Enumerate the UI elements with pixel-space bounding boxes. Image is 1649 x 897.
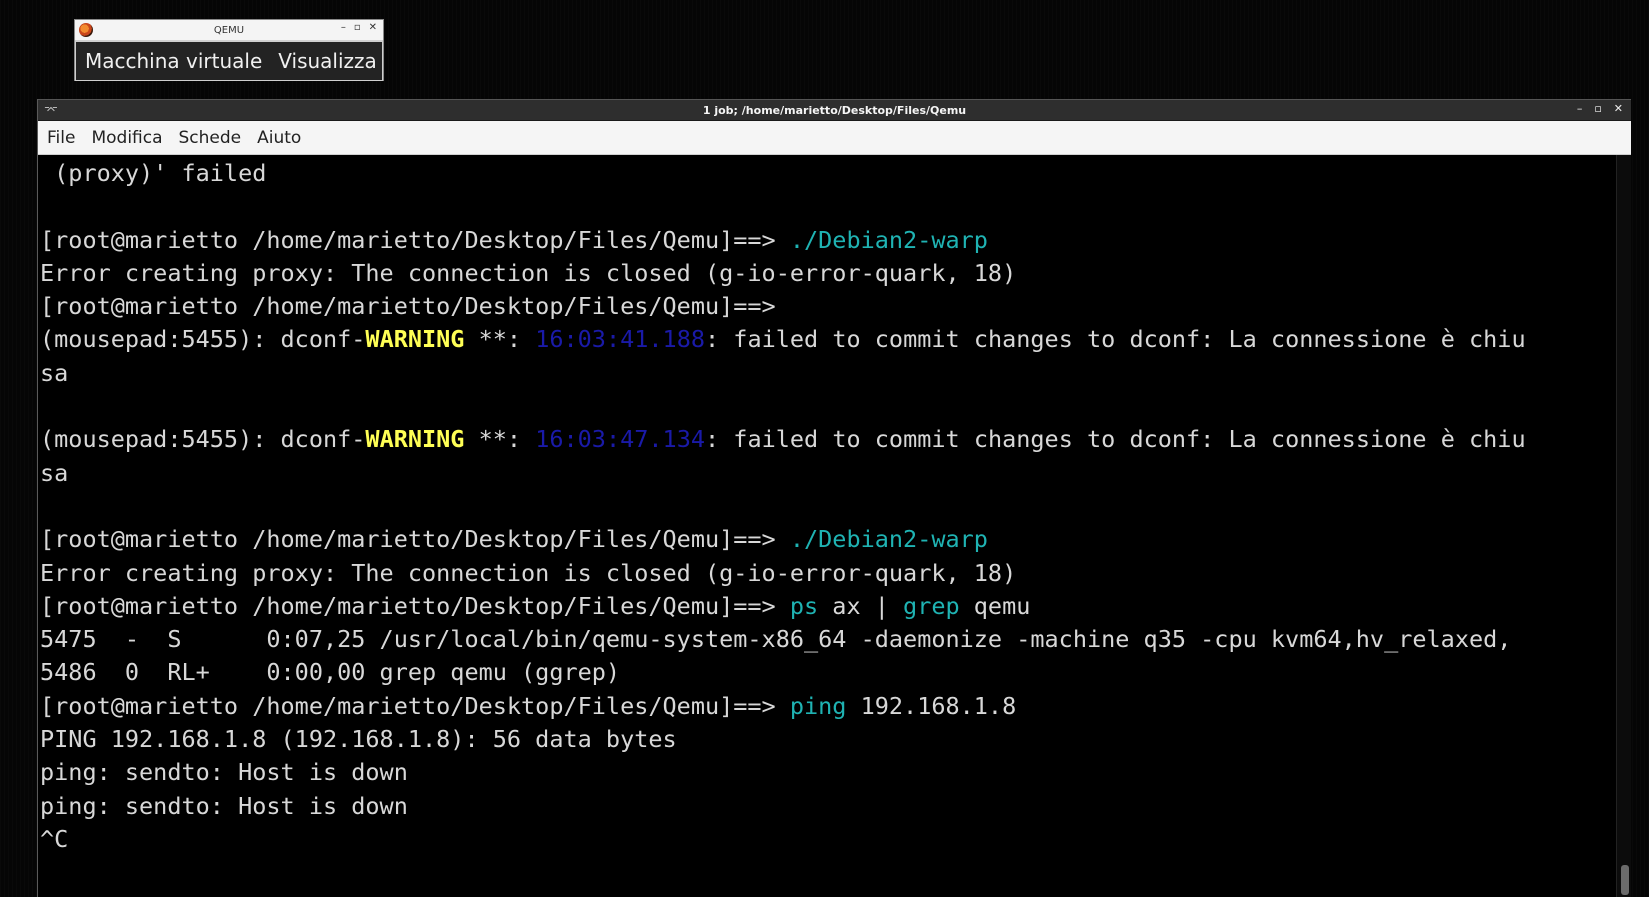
qemu-window: QEMU – ▫ ✕ Macchina virtuale Visualizza bbox=[74, 19, 384, 81]
terminal-text: (mousepad:5455): dconf- bbox=[40, 325, 366, 354]
terminal-line: ping: sendto: Host is down bbox=[40, 790, 1611, 823]
terminal-line: 5475 - S 0:07,25 /usr/local/bin/qemu-sys… bbox=[40, 623, 1611, 656]
terminal-text: 5486 0 RL+ 0:00,00 grep qemu (ggrep) bbox=[40, 658, 621, 687]
terminal-text: [root@marietto /home/marietto/Desktop/Fi… bbox=[40, 225, 790, 254]
maximize-icon[interactable]: ▫ bbox=[1594, 102, 1601, 115]
terminal-window-title: 1 job; /home/marietto/Desktop/Files/Qemu bbox=[702, 103, 967, 117]
terminal-text: 5475 - S 0:07,25 /usr/local/bin/qemu-sys… bbox=[40, 625, 1512, 654]
terminal-text: : failed to commit changes to dconf: La … bbox=[705, 325, 1526, 354]
terminal-line: [root@marietto /home/marietto/Desktop/Fi… bbox=[40, 290, 1611, 323]
terminal-line: (mousepad:5455): dconf-WARNING **: 16:03… bbox=[40, 323, 1611, 356]
terminal-line: PING 192.168.1.8 (192.168.1.8): 56 data … bbox=[40, 723, 1611, 756]
terminal-line: ^C bbox=[40, 823, 1611, 856]
terminal-line: (mousepad:5455): dconf-WARNING **: 16:03… bbox=[40, 423, 1611, 456]
terminal-titlebar[interactable]: ⌤ 1 job; /home/marietto/Desktop/Files/Qe… bbox=[38, 99, 1631, 121]
terminal-lines: (proxy)' failed [root@marietto /home/mari… bbox=[40, 157, 1611, 856]
terminal-text: (mousepad:5455): dconf- bbox=[40, 425, 366, 454]
terminal-cmd-text: ps bbox=[789, 591, 819, 620]
terminal-text: [root@marietto /home/marietto/Desktop/Fi… bbox=[40, 525, 790, 554]
close-icon[interactable]: ✕ bbox=[369, 22, 377, 33]
minimize-icon[interactable]: – bbox=[1577, 102, 1583, 115]
terminal-output[interactable]: (proxy)' failed [root@marietto /home/mari… bbox=[38, 155, 1631, 897]
terminal-text: ping: sendto: Host is down bbox=[40, 758, 408, 787]
terminal-menubar: File Modifica Schede Aiuto bbox=[38, 121, 1631, 155]
terminal-line: Error creating proxy: The connection is … bbox=[40, 257, 1611, 290]
terminal-text: (proxy)' failed bbox=[40, 159, 267, 187]
terminal-line: [root@marietto /home/marietto/Desktop/Fi… bbox=[40, 590, 1611, 623]
terminal-text: sa bbox=[40, 358, 69, 387]
terminal-text: Error creating proxy: The connection is … bbox=[40, 258, 1017, 287]
terminal-text: Error creating proxy: The connection is … bbox=[40, 558, 1017, 587]
qemu-menubar: Macchina virtuale Visualizza bbox=[75, 41, 383, 81]
terminal-text: qemu bbox=[959, 591, 1031, 620]
terminal-line: ping: sendto: Host is down bbox=[40, 756, 1611, 789]
terminal-line: 5486 0 RL+ 0:00,00 grep qemu (ggrep) bbox=[40, 656, 1611, 689]
menu-macchina-virtuale[interactable]: Macchina virtuale bbox=[85, 49, 262, 73]
scrollbar-thumb[interactable] bbox=[1621, 865, 1629, 895]
terminal-line: [root@marietto /home/marietto/Desktop/Fi… bbox=[40, 523, 1611, 556]
terminal-text: : failed to commit changes to dconf: La … bbox=[705, 425, 1526, 454]
terminal-ts-text: 16:03:47.134 bbox=[535, 425, 705, 454]
menu-schede[interactable]: Schede bbox=[179, 128, 242, 148]
terminal-cmd-text: ./Debian2-warp bbox=[789, 525, 988, 554]
terminal-text: sa bbox=[40, 458, 69, 487]
terminal-line: [root@marietto /home/marietto/Desktop/Fi… bbox=[40, 224, 1611, 257]
terminal-text: **: bbox=[464, 425, 536, 454]
terminal-text: PING 192.168.1.8 (192.168.1.8): 56 data … bbox=[40, 725, 677, 754]
terminal-warn-text: WARNING bbox=[365, 425, 465, 454]
minimize-icon[interactable]: – bbox=[341, 22, 346, 33]
terminal-cmd-text: grep bbox=[903, 591, 960, 620]
terminal-ts-text: 16:03:41.188 bbox=[535, 325, 705, 354]
terminal-text: [root@marietto /home/marietto/Desktop/Fi… bbox=[40, 691, 790, 720]
terminal-text: [root@marietto /home/marietto/Desktop/Fi… bbox=[40, 292, 790, 321]
terminal-line: [root@marietto /home/marietto/Desktop/Fi… bbox=[40, 690, 1611, 723]
terminal-warn-text: WARNING bbox=[365, 325, 465, 354]
qemu-window-title: QEMU bbox=[213, 24, 245, 36]
terminal-text: ^C bbox=[40, 824, 69, 853]
menu-visualizza[interactable]: Visualizza bbox=[278, 49, 377, 73]
terminal-line: (proxy)' failed bbox=[40, 157, 1611, 190]
terminal-text: **: bbox=[464, 325, 536, 354]
menu-aiuto[interactable]: Aiuto bbox=[257, 128, 301, 148]
terminal-line: Error creating proxy: The connection is … bbox=[40, 557, 1611, 590]
terminal-scrollbar[interactable] bbox=[1616, 155, 1631, 897]
close-icon[interactable]: ✕ bbox=[1614, 102, 1623, 115]
menu-modifica[interactable]: Modifica bbox=[91, 128, 162, 148]
menu-file[interactable]: File bbox=[47, 128, 75, 148]
terminal-text: ping: sendto: Host is down bbox=[40, 791, 408, 820]
terminal-text: ax | bbox=[818, 591, 904, 620]
terminal-cmd-text: ./Debian2-warp bbox=[789, 225, 988, 254]
terminal-line: sa bbox=[40, 457, 1611, 490]
terminal-text: 192.168.1.8 bbox=[846, 691, 1017, 720]
qemu-titlebar[interactable]: QEMU – ▫ ✕ bbox=[75, 20, 383, 41]
terminal-cmd-text: ping bbox=[789, 691, 847, 720]
terminal-line: sa bbox=[40, 357, 1611, 390]
terminal-window: ⌤ 1 job; /home/marietto/Desktop/Files/Qe… bbox=[37, 99, 1631, 897]
terminal-text: [root@marietto /home/marietto/Desktop/Fi… bbox=[40, 591, 790, 620]
maximize-icon[interactable]: ▫ bbox=[354, 22, 361, 33]
